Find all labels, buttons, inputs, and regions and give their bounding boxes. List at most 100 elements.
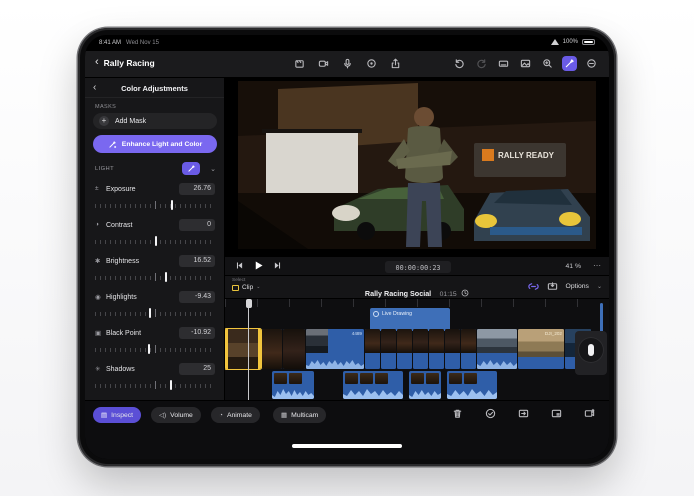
clip-4489[interactable]: 4489 [306,329,364,369]
back-chevron-icon: ‹ [95,56,99,68]
volume-icon: ◁) [159,412,167,419]
slider-thumb[interactable] [155,236,157,246]
slider-shadows: ✳ Shadows 25 [95,363,215,393]
masks-section-label: MASKS [95,104,117,110]
inspect-button[interactable]: ▤ Inspect [93,407,142,423]
zoom-icon[interactable] [540,56,555,71]
clip[interactable] [381,329,396,369]
slider-black-point: ▣ Black Point -10.92 [95,327,215,357]
connected-clip-audio[interactable] [343,371,403,399]
light-enhance-toggle[interactable] [182,162,200,175]
animate-icon: ◔ [219,411,223,419]
playhead[interactable] [245,299,252,400]
shadows-value: 25 [179,363,215,375]
connected-clip-audio[interactable] [409,371,441,399]
home-indicator[interactable] [292,444,402,448]
app-toolbar: ‹ Rally Racing [85,51,609,78]
clip[interactable] [477,329,517,369]
exposure-slider-track[interactable] [95,200,215,210]
clip-selected[interactable] [225,328,262,370]
clip[interactable] [397,329,412,369]
highlights-slider-track[interactable] [95,308,215,318]
multicam-button[interactable]: ▦ Multicam [273,407,327,423]
brightness-slider-track[interactable] [95,272,215,282]
project-back-title: Rally Racing [103,57,155,68]
audio-waveform [409,390,441,399]
delete-icon[interactable] [452,408,463,419]
microphone-icon[interactable] [340,56,355,71]
slider-thumb[interactable] [171,200,173,210]
picture-in-picture-icon[interactable] [551,408,562,419]
skip-forward-icon[interactable] [273,261,282,270]
connected-clip-audio[interactable] [272,371,314,399]
volume-button[interactable]: ◁) Volume [151,407,201,423]
animate-button[interactable]: ◔ Animate [211,407,260,423]
black-point-slider-track[interactable] [95,344,215,354]
connected-clip-audio[interactable] [447,371,497,399]
slider-thumb[interactable] [164,272,167,282]
slider-thumb[interactable] [149,308,151,318]
capture-icon[interactable] [292,56,307,71]
battery-icon [582,39,595,45]
crop-trim-icon[interactable] [518,408,529,419]
inspector-toggle-icon[interactable] [562,56,577,71]
clip[interactable] [283,329,305,369]
check-circle-icon[interactable] [485,408,496,419]
options-button[interactable]: Options [566,283,589,290]
timeline[interactable]: Live Drawing 4489 DJI_202 [225,299,609,400]
audio-waveform [447,389,497,399]
share-icon[interactable] [388,56,403,71]
clip[interactable] [262,329,282,369]
black-point-icon: ▣ [95,330,102,337]
clip[interactable] [461,329,476,369]
battery-percent: 100% [562,39,578,45]
contrast-icon: ◑ [95,221,99,228]
ipad-device: 8:41 AM Wed Nov 15 100% ‹ Rally Racing ‹… [78,28,616,466]
shadows-slider-track[interactable] [95,380,215,390]
transport-bar: 00:00:00:23 41 % ⋯ [225,256,609,276]
audio-waveform [343,389,403,399]
slider-thumb[interactable] [170,380,172,390]
overwrite-icon[interactable] [547,281,558,292]
title-clip-live-drawing[interactable]: Live Drawing [370,308,450,331]
light-collapse-chevron[interactable]: ⌄ [210,165,216,173]
slider-brightness: ✱ Brightness 16.52 [95,255,215,285]
clip[interactable] [413,329,428,369]
timeline-header: Select Clip ⌄ Rally Racing Social 01:15 … [225,276,609,299]
contrast-slider-track[interactable] [95,236,215,246]
wand-icon [187,165,195,172]
hide-sidebar-icon[interactable] [584,56,599,71]
color-adjustments-panel: ‹ Color Adjustments MASKS + Add Mask Enh… [85,78,225,400]
jog-handle[interactable] [588,344,594,356]
add-camera-icon[interactable] [584,408,595,419]
timeline-zoom-level[interactable]: 41 % [566,263,582,270]
wifi-icon [550,39,559,45]
play-button[interactable] [253,260,264,271]
viewer-display-icon[interactable] [518,56,533,71]
clip[interactable] [445,329,460,369]
video-preview[interactable]: RALLY READY [238,81,596,249]
undo-icon[interactable] [452,56,467,71]
keyboard-icon[interactable] [496,56,511,71]
video-viewer: RALLY READY [225,78,609,256]
duration-clock-icon[interactable] [461,289,469,297]
back-button[interactable]: ‹ Rally Racing [95,57,155,68]
timeline-ruler[interactable] [225,299,609,307]
redo-icon[interactable] [474,56,489,71]
skip-back-icon[interactable] [235,261,244,270]
audio-waveform [306,360,364,369]
clip[interactable] [429,329,444,369]
timecode-display: 00:00:00:23 [385,261,451,273]
clip-dji-202[interactable]: DJI_202 [518,329,564,369]
jog-wheel[interactable] [578,337,604,363]
enhance-light-color-button[interactable]: Enhance Light and Color [93,135,217,153]
transport-more-icon[interactable]: ⋯ [593,261,601,270]
connect-clips-icon[interactable] [527,281,539,292]
clip[interactable] [365,329,380,369]
project-duration: 01:15 [439,291,457,298]
record-icon[interactable] [364,56,379,71]
playhead-handle[interactable] [245,299,252,308]
add-mask-button[interactable]: + Add Mask [93,113,217,129]
camera-icon[interactable] [316,56,331,71]
slider-thumb[interactable] [148,344,151,354]
